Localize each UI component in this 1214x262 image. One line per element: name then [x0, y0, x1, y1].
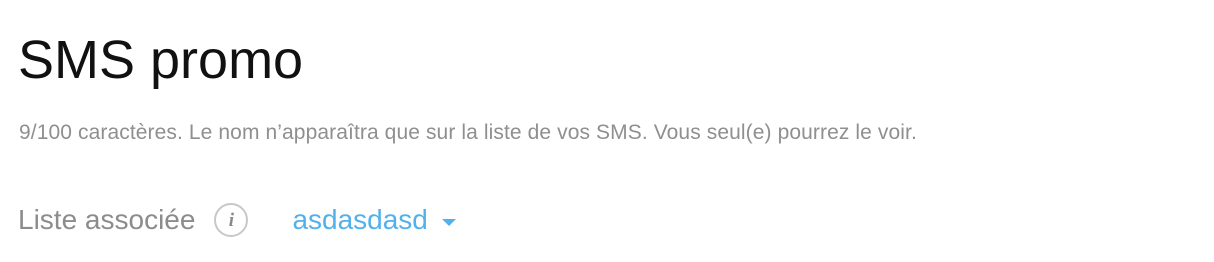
associated-list-label: Liste associée	[18, 204, 196, 235]
info-icon[interactable]: i	[214, 203, 249, 237]
campaign-title[interactable]: SMS promo	[18, 28, 303, 92]
caret-down-icon[interactable]	[441, 218, 456, 226]
associated-list-row: Liste associée i asdasdasd	[18, 198, 456, 242]
associated-list-dropdown[interactable]: asdasdasd	[292, 198, 456, 242]
title-helper-text: 9/100 caractères. Le nom n’apparaîtra qu…	[19, 121, 917, 144]
associated-list-value[interactable]: asdasdasd	[292, 198, 427, 242]
